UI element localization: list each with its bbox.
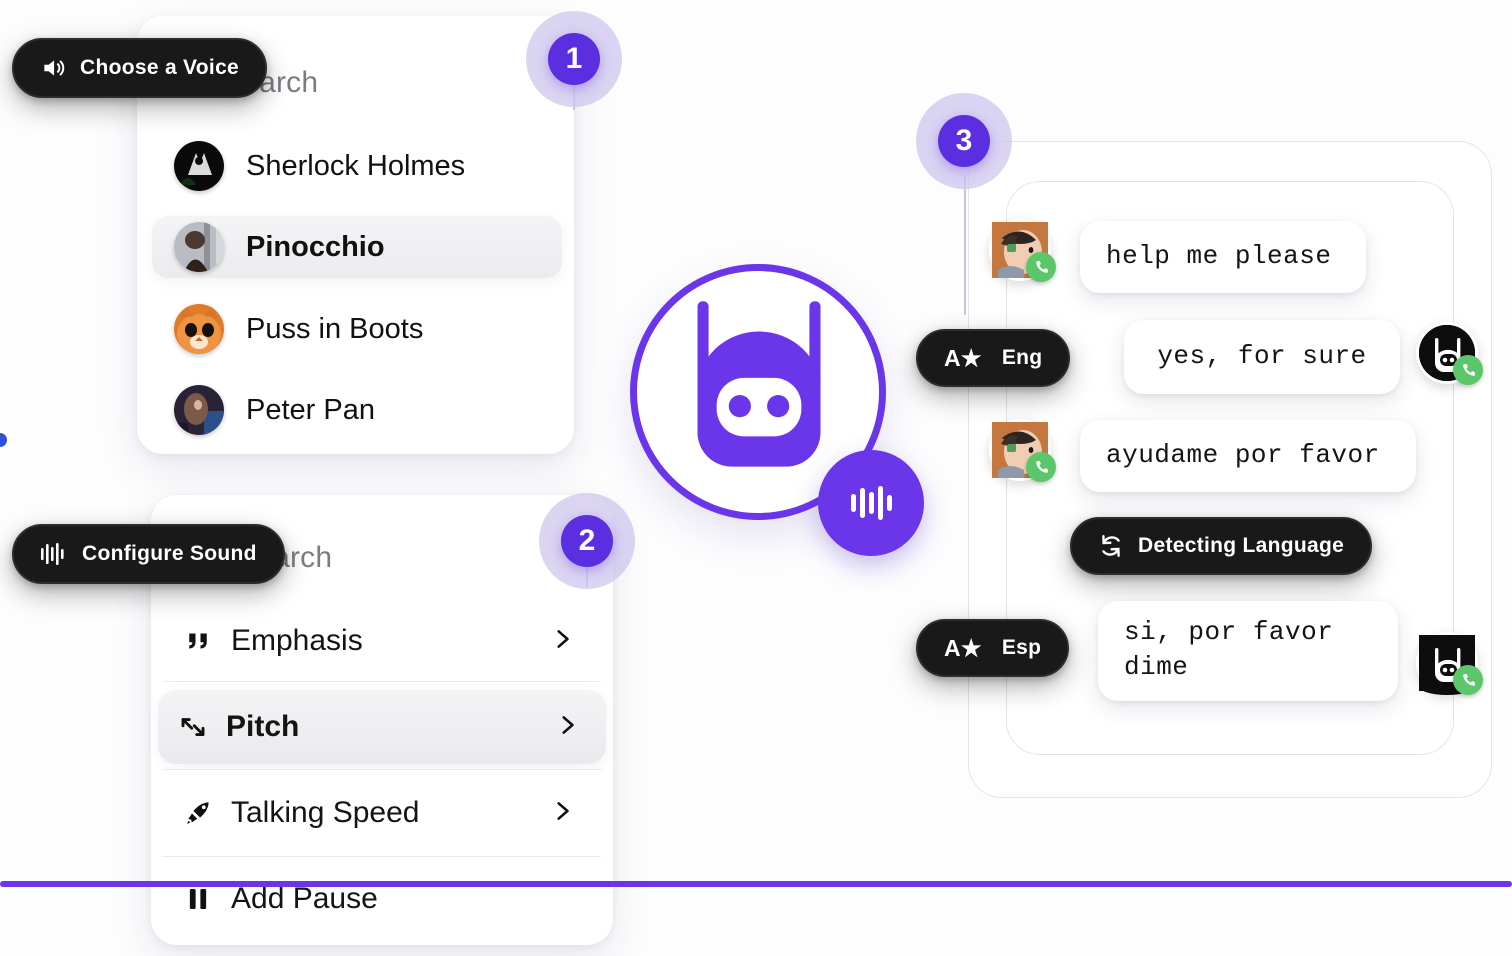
sound-item-label: Talking Speed bbox=[231, 796, 420, 829]
page-root: Search Sherlock Holmes Pinocchio Puss in… bbox=[0, 0, 1512, 956]
decorative-dot bbox=[0, 433, 7, 447]
lang-icon-glyph: A★ bbox=[944, 634, 982, 661]
sound-item-label: Emphasis bbox=[231, 624, 363, 657]
voice-item-label: Puss in Boots bbox=[246, 312, 424, 345]
menu-divider bbox=[163, 681, 601, 682]
voice-item-2[interactable]: Puss in Boots bbox=[152, 298, 562, 360]
speaker-icon bbox=[40, 55, 66, 81]
waveform-icon bbox=[851, 486, 892, 520]
chat-bubble-0: help me please bbox=[1080, 221, 1366, 293]
pitch-arrows-icon bbox=[178, 712, 218, 742]
lang-tag-label: Esp bbox=[1001, 636, 1042, 659]
bot-avatar bbox=[1416, 632, 1483, 695]
quote-icon bbox=[183, 626, 223, 656]
sound-item-0[interactable]: Emphasis bbox=[163, 604, 601, 678]
chevron-right-icon[interactable] bbox=[554, 712, 580, 743]
step-number: 2 bbox=[561, 515, 613, 567]
voice-item-0[interactable]: Sherlock Holmes bbox=[152, 135, 562, 197]
menu-divider bbox=[163, 769, 601, 770]
chat-bubble-text: ayudame por favor bbox=[1106, 440, 1380, 471]
step-number: 1 bbox=[548, 33, 600, 85]
puss-in-boots-avatar bbox=[174, 304, 224, 354]
lang-icon-glyph: A★ bbox=[944, 344, 982, 371]
voice-wave-badge[interactable] bbox=[818, 450, 924, 556]
configure-sound-tooltip[interactable]: Configure Sound bbox=[12, 524, 285, 584]
voice-item-label: Peter Pan bbox=[246, 393, 375, 426]
user-avatar bbox=[989, 419, 1056, 482]
language-tag-esp[interactable]: A★ Esp bbox=[916, 619, 1070, 677]
phone-status-icon bbox=[1453, 665, 1483, 695]
sound-item-3[interactable]: Add Pause bbox=[163, 862, 601, 936]
sound-item-1[interactable]: Pitch bbox=[158, 690, 606, 764]
lang-tag-label: Eng bbox=[1001, 346, 1043, 369]
chat-bubble-1: yes, for sure bbox=[1124, 320, 1400, 394]
user-avatar bbox=[989, 219, 1056, 282]
language-tag-eng[interactable]: A★ Eng bbox=[916, 329, 1071, 387]
step-number: 3 bbox=[938, 115, 990, 167]
sound-item-label: Add Pause bbox=[231, 882, 378, 915]
purple-divider-line bbox=[0, 881, 1512, 887]
step-badge-1: 1 bbox=[526, 11, 622, 107]
chat-bubble-text: help me please bbox=[1106, 241, 1332, 272]
tooltip-label: Choose a Voice bbox=[80, 56, 240, 79]
sound-item-2[interactable]: Talking Speed bbox=[163, 776, 601, 850]
chevron-right-icon[interactable] bbox=[549, 798, 575, 829]
phone-status-icon bbox=[1453, 355, 1483, 385]
sound-item-label: Pitch bbox=[226, 710, 300, 743]
voice-item-label: Sherlock Holmes bbox=[246, 149, 466, 182]
chat-bubble-2: ayudame por favor bbox=[1080, 420, 1416, 492]
bot-avatar bbox=[1416, 322, 1483, 385]
voice-item-3[interactable]: Peter Pan bbox=[152, 379, 562, 441]
chat-bubble-3: si, por favor dime bbox=[1098, 601, 1398, 701]
phone-status-icon bbox=[1026, 252, 1056, 282]
waveform-icon bbox=[40, 541, 68, 567]
pinocchio-avatar bbox=[174, 222, 224, 272]
phone-status-icon bbox=[1026, 452, 1056, 482]
peter-pan-avatar bbox=[174, 385, 224, 435]
menu-divider bbox=[163, 856, 601, 857]
voice-item-1[interactable]: Pinocchio bbox=[152, 216, 562, 278]
tooltip-label: Configure Sound bbox=[82, 542, 257, 565]
choose-a-voice-tooltip[interactable]: Choose a Voice bbox=[12, 38, 268, 98]
sync-icon bbox=[1098, 533, 1124, 559]
detecting-language-pill: Detecting Language bbox=[1070, 517, 1373, 575]
step-badge-3: 3 bbox=[916, 93, 1012, 189]
sherlock-avatar bbox=[174, 141, 224, 191]
chevron-right-icon[interactable] bbox=[549, 626, 575, 657]
rocket-icon bbox=[183, 798, 223, 828]
step-3-connector-vertical bbox=[964, 175, 966, 315]
chat-bubble-text: si, por favor dime bbox=[1124, 617, 1334, 683]
voice-item-label: Pinocchio bbox=[246, 230, 385, 263]
step-badge-2: 2 bbox=[539, 493, 635, 589]
pause-icon bbox=[183, 884, 223, 914]
chat-bubble-text: yes, for sure bbox=[1157, 341, 1367, 372]
status-label: Detecting Language bbox=[1138, 534, 1345, 557]
